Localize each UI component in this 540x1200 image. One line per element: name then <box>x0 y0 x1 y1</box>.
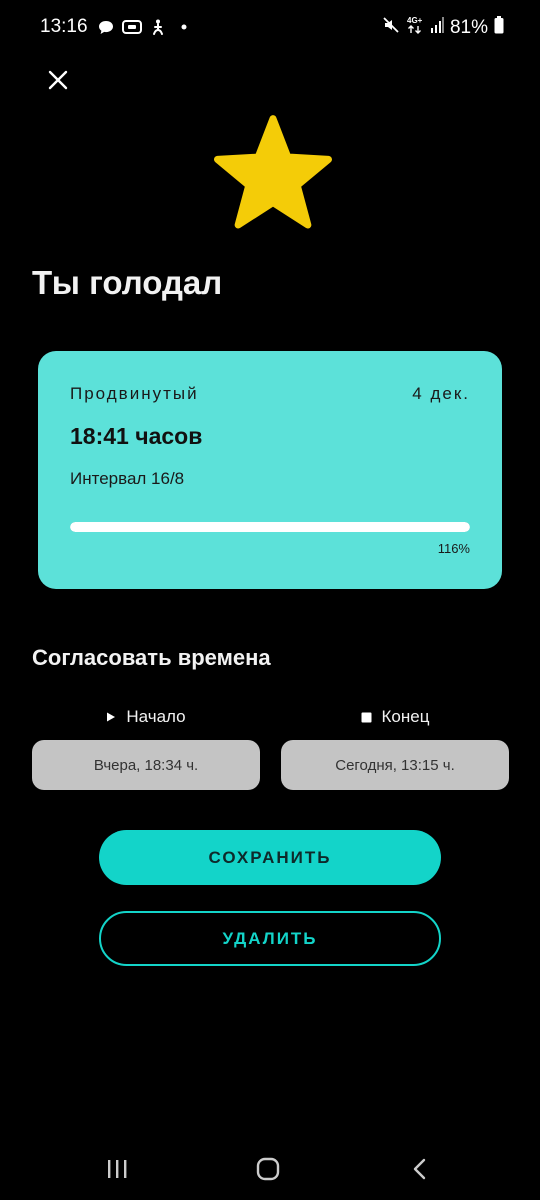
screen-record-icon <box>122 17 142 37</box>
start-time-picker[interactable]: Вчера, 18:34 ч. <box>32 740 260 790</box>
end-label: Конец <box>381 707 430 726</box>
status-time: 13:16 <box>40 16 88 37</box>
status-icons-left <box>96 17 194 37</box>
status-icons-right: 4G+ 81% <box>382 15 504 40</box>
close-icon <box>48 70 68 90</box>
end-time-group: Конец Сегодня, 13:15 ч. <box>281 706 509 790</box>
start-label: Начало <box>126 707 186 726</box>
signal-icon <box>430 16 444 39</box>
accessibility-icon <box>148 17 168 37</box>
progress-fill <box>70 522 470 532</box>
mute-icon <box>382 16 400 39</box>
4g-data-icon: 4G+ <box>406 15 424 40</box>
navigation-bar <box>0 1140 540 1196</box>
page-title: Ты голодал <box>32 264 223 301</box>
recents-icon <box>108 1160 127 1178</box>
fast-summary-card: Продвинутый 4 дек. 18:41 часов Интервал … <box>38 351 502 589</box>
fast-duration: 18:41 часов <box>70 423 203 449</box>
fast-date: 4 дек. <box>412 384 470 403</box>
progress-bar <box>70 522 470 532</box>
dot-icon <box>174 17 194 37</box>
progress-label: 116% <box>437 541 470 556</box>
fast-interval: Интервал 16/8 <box>70 469 185 488</box>
play-icon <box>107 712 116 722</box>
star-icon <box>214 115 332 229</box>
battery-icon <box>494 16 504 39</box>
end-time-picker[interactable]: Сегодня, 13:15 ч. <box>281 740 509 790</box>
home-icon <box>256 1157 280 1181</box>
status-bar: 13:16 4G+ 81% <box>0 0 540 56</box>
close-button[interactable] <box>40 62 76 98</box>
message-icon <box>96 17 116 37</box>
start-label-row: Начало <box>32 706 260 728</box>
fast-level: Продвинутый <box>70 384 199 403</box>
end-label-row: Конец <box>281 706 509 728</box>
section-title: Согласовать времена <box>32 645 271 670</box>
battery-percent: 81% <box>449 16 488 38</box>
back-button[interactable] <box>400 1154 440 1184</box>
recents-button[interactable] <box>97 1154 137 1184</box>
home-button[interactable] <box>248 1154 288 1184</box>
save-button[interactable]: СОХРАНИТЬ <box>99 830 441 885</box>
network-label: 4G+ <box>407 16 423 25</box>
start-time-group: Начало Вчера, 18:34 ч. <box>32 706 260 790</box>
delete-button[interactable]: УДАЛИТЬ <box>99 911 441 966</box>
back-icon <box>413 1158 426 1180</box>
stop-icon <box>361 712 372 722</box>
